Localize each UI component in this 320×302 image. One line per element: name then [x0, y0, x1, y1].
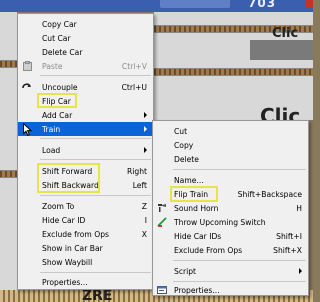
menu-item-label: Load [42, 145, 61, 155]
menu-item-label: Delete [174, 154, 199, 164]
menu-item-shift-forward[interactable]: Shift Forward Right [18, 164, 153, 178]
menu-item-uncouple[interactable]: Uncouple Ctrl+U [18, 80, 153, 94]
car-bar: 703 [0, 0, 313, 12]
submenu-item-properties[interactable]: Properties... [153, 283, 308, 297]
menu-item-load[interactable]: Load [18, 143, 153, 157]
menu-separator [40, 75, 151, 76]
menu-item-shortcut: Z [141, 201, 147, 211]
car-shadow [250, 40, 313, 60]
submenu-item-name[interactable]: Name... [153, 173, 308, 187]
menu-item-add-car[interactable]: Add Car [18, 108, 153, 122]
submenu-item-sound-horn[interactable]: Sound Horn H [153, 201, 308, 215]
menu-item-shortcut: Shift+I [276, 231, 302, 241]
car-context-menu: Copy Car Cut Car Delete Car Paste Ctrl+V… [17, 13, 154, 290]
menu-item-shortcut: Shift+Backspace [237, 189, 302, 199]
left-panel [0, 12, 17, 290]
menu-item-shortcut: Ctrl+V [121, 61, 147, 71]
submenu-item-copy[interactable]: Copy [153, 138, 308, 152]
menu-item-show-waybill[interactable]: Show Waybill [18, 255, 153, 269]
mouse-cursor-icon [23, 123, 32, 136]
menu-item-delete-car[interactable]: Delete Car [18, 45, 153, 59]
menu-item-shortcut: H [296, 203, 302, 213]
menu-item-label: Zoom To [42, 201, 75, 211]
car-bar-number: 703 [248, 0, 277, 10]
track-segment [0, 170, 17, 178]
submenu-arrow-icon [144, 147, 147, 153]
menu-item-label: Properties... [174, 285, 220, 295]
menu-item-label: Sound Horn [174, 203, 219, 213]
menu-item-label: Flip Car [42, 96, 71, 106]
train-submenu: Cut Copy Delete Name... Flip Train Shift… [152, 120, 309, 296]
menu-item-shortcut: X [141, 229, 147, 239]
menu-item-shortcut: Ctrl+U [121, 82, 147, 92]
car-label-top: Clic [272, 26, 299, 41]
menu-item-train[interactable]: Train [18, 122, 153, 136]
properties-icon [157, 285, 167, 295]
menu-separator [173, 281, 306, 282]
uncouple-icon [22, 82, 32, 92]
menu-item-properties[interactable]: Properties... [18, 275, 153, 289]
menu-item-shortcut: I [144, 215, 147, 225]
menu-item-label: Exclude from Ops [42, 229, 110, 239]
submenu-item-throw-upcoming-switch[interactable]: Throw Upcoming Switch [153, 215, 308, 229]
track-segment [154, 68, 313, 76]
car-bar-slot [160, 0, 230, 8]
menu-item-copy-car[interactable]: Copy Car [18, 17, 153, 31]
submenu-item-hide-car-ids[interactable]: Hide Car IDs Shift+I [153, 229, 308, 243]
paste-icon [22, 61, 32, 71]
menu-item-label: Show in Car Bar [42, 243, 103, 253]
menu-item-label: Copy Car [42, 19, 77, 29]
menu-item-show-in-car-bar[interactable]: Show in Car Bar [18, 241, 153, 255]
track-segment [0, 60, 17, 68]
submenu-item-exclude-from-ops[interactable]: Exclude From Ops Shift+X [153, 243, 308, 257]
menu-item-shortcut: Right [127, 166, 147, 176]
submenu-arrow-icon [299, 268, 302, 274]
menu-item-label: Name... [174, 175, 204, 185]
menu-separator [40, 138, 151, 139]
menu-item-label: Paste [42, 61, 63, 71]
menu-item-shortcut: Shift+X [273, 245, 302, 255]
menu-item-label: Train [42, 124, 61, 134]
menu-item-label: Show Waybill [42, 257, 93, 267]
menu-item-label: Script [174, 266, 197, 276]
switch-icon [157, 217, 167, 227]
menu-item-label: Properties... [42, 277, 88, 287]
menu-separator [40, 159, 151, 160]
submenu-item-script[interactable]: Script [153, 264, 308, 278]
menu-item-label: Throw Upcoming Switch [174, 217, 266, 227]
menu-separator [173, 260, 306, 261]
menu-item-label: Flip Train [174, 189, 209, 199]
horn-icon [157, 203, 167, 213]
car-label-bottom: ZRE [82, 288, 113, 302]
menu-item-label: Shift Forward [42, 166, 93, 176]
car-bar-marker [305, 0, 313, 8]
menu-item-label: Shift Backward [42, 180, 99, 190]
menu-item-label: Exclude From Ops [174, 245, 243, 255]
submenu-arrow-icon [144, 112, 147, 118]
menu-item-label: Hide Car IDs [174, 231, 222, 241]
menu-item-paste[interactable]: Paste Ctrl+V [18, 59, 153, 73]
menu-item-label: Uncouple [42, 82, 78, 92]
submenu-item-cut[interactable]: Cut [153, 124, 308, 138]
menu-separator [40, 272, 151, 273]
submenu-item-flip-train[interactable]: Flip Train Shift+Backspace [153, 187, 308, 201]
menu-separator [173, 169, 306, 170]
menu-item-label: Cut [174, 126, 188, 136]
submenu-item-delete[interactable]: Delete [153, 152, 308, 166]
menu-item-shortcut: Left [132, 180, 147, 190]
menu-item-zoom-to[interactable]: Zoom To Z [18, 199, 153, 213]
submenu-arrow-icon [144, 126, 147, 132]
menu-item-flip-car[interactable]: Flip Car [18, 94, 153, 108]
menu-item-label: Copy [174, 140, 194, 150]
menu-item-exclude-from-ops[interactable]: Exclude from Ops X [18, 227, 153, 241]
menu-separator [40, 195, 151, 196]
menu-item-label: Hide Car ID [42, 215, 86, 225]
menu-item-cut-car[interactable]: Cut Car [18, 31, 153, 45]
menu-item-label: Cut Car [42, 33, 71, 43]
menu-item-shift-backward[interactable]: Shift Backward Left [18, 178, 153, 192]
menu-item-label: Add Car [42, 110, 73, 120]
menu-item-label: Delete Car [42, 47, 83, 57]
menu-item-hide-car-id[interactable]: Hide Car ID I [18, 213, 153, 227]
